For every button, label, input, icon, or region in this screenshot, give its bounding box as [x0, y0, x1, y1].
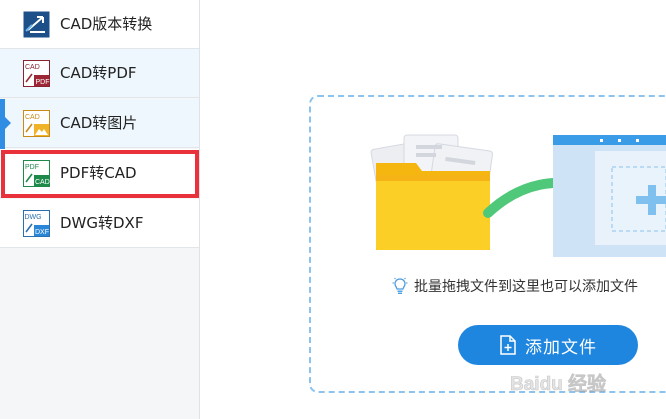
sidebar: CAD版本转换 CAD PDF CAD转PDF CAD CAD转图片 PDF C: [0, 0, 200, 419]
sidebar-item-label: CAD转图片: [60, 114, 138, 132]
folder-icon: [376, 163, 490, 250]
sidebar-item-cad-version-convert[interactable]: CAD版本转换: [0, 0, 199, 49]
sidebar-item-label: DWG转DXF: [60, 214, 144, 232]
cad-to-pdf-icon: CAD PDF: [23, 60, 50, 87]
drag-files-illustration: [370, 134, 666, 257]
cad-to-image-icon: CAD: [23, 110, 50, 137]
hint-text: 批量拖拽文件到这里也可以添加文件: [414, 279, 638, 295]
active-caret-icon: [5, 117, 11, 129]
add-file-button[interactable]: 添加文件: [458, 325, 638, 365]
dwg-to-dxf-icon: DWG DXF: [23, 210, 50, 237]
sidebar-item-cad-to-image[interactable]: CAD CAD转图片: [0, 99, 199, 148]
drag-drop-hint: 批量拖拽文件到这里也可以添加文件: [392, 276, 638, 296]
svg-text:Baidu 经验: Baidu 经验: [510, 372, 607, 395]
cad-version-convert-icon: [23, 11, 50, 38]
sidebar-item-dwg-to-dxf[interactable]: DWG DXF DWG转DXF: [0, 199, 199, 248]
sidebar-item-label: CAD版本转换: [60, 15, 153, 33]
svg-text:DWG: DWG: [25, 214, 42, 221]
sidebar-item-label: CAD转PDF: [60, 64, 137, 82]
svg-text:CAD: CAD: [25, 64, 40, 71]
baidu-logo-icon: Baidu 经验: [510, 372, 608, 396]
sidebar-item-cad-to-pdf[interactable]: CAD PDF CAD转PDF: [0, 49, 199, 98]
svg-text:DXF: DXF: [35, 229, 49, 236]
svg-text:PDF: PDF: [36, 79, 50, 86]
highlight-box: [1, 150, 199, 198]
svg-text:CAD: CAD: [25, 114, 40, 121]
add-file-button-label: 添加文件: [525, 337, 597, 358]
add-file-icon: [500, 335, 516, 355]
app-window-icon: [553, 135, 666, 257]
baidu-watermark: Baidu 经验: [510, 368, 630, 412]
lightbulb-icon: [392, 277, 408, 294]
